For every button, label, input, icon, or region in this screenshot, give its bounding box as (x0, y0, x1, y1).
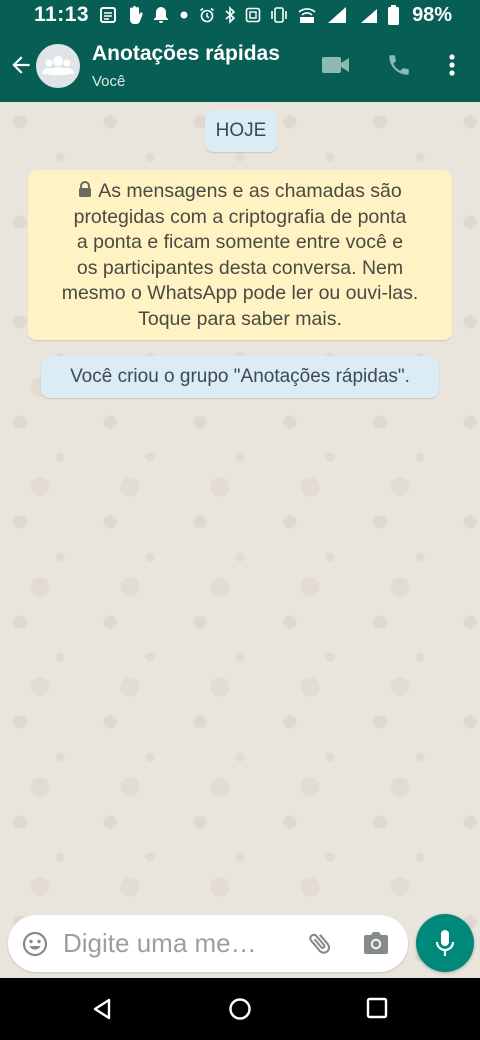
encryption-line-1: As mensagens e as chamadas são (42, 179, 438, 205)
video-call-icon[interactable] (321, 52, 351, 78)
status-bar: 11:13 98% (0, 0, 480, 30)
status-icons: 98% (99, 4, 470, 27)
encryption-notice[interactable]: As mensagens e as chamadas são protegida… (28, 170, 452, 340)
chat-title[interactable]: Anotações rápidas (92, 42, 280, 66)
notes-icon (100, 7, 117, 23)
system-nav-bar (0, 978, 480, 1040)
back-arrow-icon[interactable] (8, 52, 34, 78)
group-avatar-icon[interactable] (36, 44, 80, 88)
chat-header: Anotações rápidas Você (0, 30, 480, 102)
alarm-icon (200, 7, 215, 23)
attach-icon[interactable] (306, 929, 334, 957)
encryption-line-4: os participantes desta conversa. Nem (76, 256, 404, 279)
chat-area[interactable]: HOJE As mensagens e as chamadas são prot… (0, 102, 480, 978)
lte-wifi-icon (298, 8, 316, 23)
encryption-line-2: protegidas com a criptografia de ponta (73, 205, 407, 228)
notification-icon (154, 7, 169, 23)
message-input[interactable]: Digite uma me… (63, 928, 257, 959)
encryption-line-6: Toque para saber mais. (138, 307, 342, 330)
emoji-icon[interactable] (22, 931, 48, 957)
status-time: 11:13 (34, 3, 90, 26)
recents-square-icon[interactable] (366, 997, 388, 1019)
chat-subtitle[interactable]: Você (92, 73, 125, 90)
message-composer[interactable]: Digite uma me… (8, 915, 408, 972)
lock-icon (79, 181, 92, 197)
hand-icon (130, 6, 143, 25)
date-chip: HOJE (205, 110, 277, 152)
back-triangle-icon[interactable] (90, 997, 114, 1021)
signal-icon (328, 7, 347, 23)
home-circle-icon[interactable] (228, 997, 252, 1021)
vibrate-icon (271, 7, 287, 23)
encryption-line-3: a ponta e ficam somente entre você e (76, 231, 404, 254)
encryption-line-5: mesmo o WhatsApp pode ler ou ouvi-las. (61, 282, 419, 305)
dot-icon (180, 11, 188, 19)
bluetooth-icon (225, 6, 236, 24)
system-message: Você criou o grupo "Anotações rápidas". (41, 356, 439, 398)
microphone-button[interactable] (416, 914, 474, 972)
battery-percent: 98% (412, 3, 453, 26)
encryption-text: As mensagens e as chamadas são (98, 180, 402, 202)
more-options-icon[interactable] (440, 52, 464, 78)
nfc-icon (245, 7, 261, 23)
voice-call-icon[interactable] (386, 52, 412, 78)
group-people-icon (42, 56, 74, 75)
signal-2-icon (361, 9, 378, 23)
camera-icon[interactable] (364, 932, 388, 954)
battery-icon (388, 5, 400, 25)
microphone-icon (435, 930, 455, 956)
